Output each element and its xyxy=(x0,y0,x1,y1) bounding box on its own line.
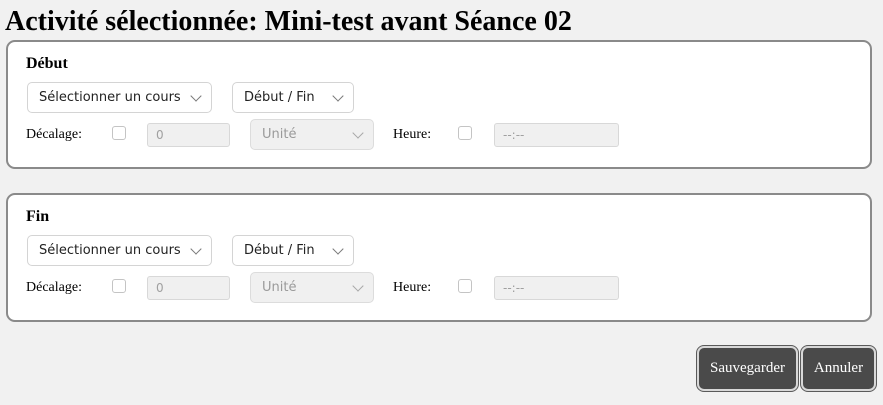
chevron-down-icon xyxy=(332,90,344,102)
offset-checkbox[interactable] xyxy=(112,126,126,140)
chevron-down-icon xyxy=(332,243,344,255)
section-title: Fin xyxy=(26,208,50,225)
unit-select[interactable]: Unité xyxy=(250,119,374,150)
hour-checkbox[interactable] xyxy=(458,279,472,293)
section-debut: Début Sélectionner un cours Début / Fin … xyxy=(6,40,872,169)
chevron-down-icon xyxy=(352,280,364,292)
chevron-down-icon xyxy=(190,90,202,102)
course-select[interactable]: Sélectionner un cours xyxy=(27,235,212,266)
start-end-select-value: Début / Fin xyxy=(244,90,315,105)
cancel-button[interactable]: Annuler xyxy=(801,346,876,391)
save-button[interactable]: Sauvegarder xyxy=(697,346,798,391)
offset-label: Décalage: xyxy=(26,280,82,295)
offset-checkbox[interactable] xyxy=(112,279,126,293)
unit-select[interactable]: Unité xyxy=(250,272,374,303)
chevron-down-icon xyxy=(352,127,364,139)
hour-label: Heure: xyxy=(393,127,432,142)
unit-select-value: Unité xyxy=(262,127,297,142)
offset-input[interactable]: 0 xyxy=(147,123,230,147)
start-end-select[interactable]: Début / Fin xyxy=(232,82,354,113)
start-end-select-value: Début / Fin xyxy=(244,243,315,258)
time-input[interactable]: --:-- xyxy=(494,276,619,300)
section-title: Début xyxy=(26,55,68,72)
section-fin: Fin Sélectionner un cours Début / Fin Dé… xyxy=(6,193,872,322)
hour-checkbox[interactable] xyxy=(458,126,472,140)
course-select[interactable]: Sélectionner un cours xyxy=(27,82,212,113)
course-select-value: Sélectionner un cours xyxy=(39,243,181,258)
unit-select-value: Unité xyxy=(262,280,297,295)
chevron-down-icon xyxy=(190,243,202,255)
course-select-value: Sélectionner un cours xyxy=(39,90,181,105)
offset-label: Décalage: xyxy=(26,127,82,142)
offset-input[interactable]: 0 xyxy=(147,276,230,300)
time-input[interactable]: --:-- xyxy=(494,123,619,147)
start-end-select[interactable]: Début / Fin xyxy=(232,235,354,266)
hour-label: Heure: xyxy=(393,280,432,295)
page-title: Activité sélectionnée: Mini-test avant S… xyxy=(5,6,572,37)
